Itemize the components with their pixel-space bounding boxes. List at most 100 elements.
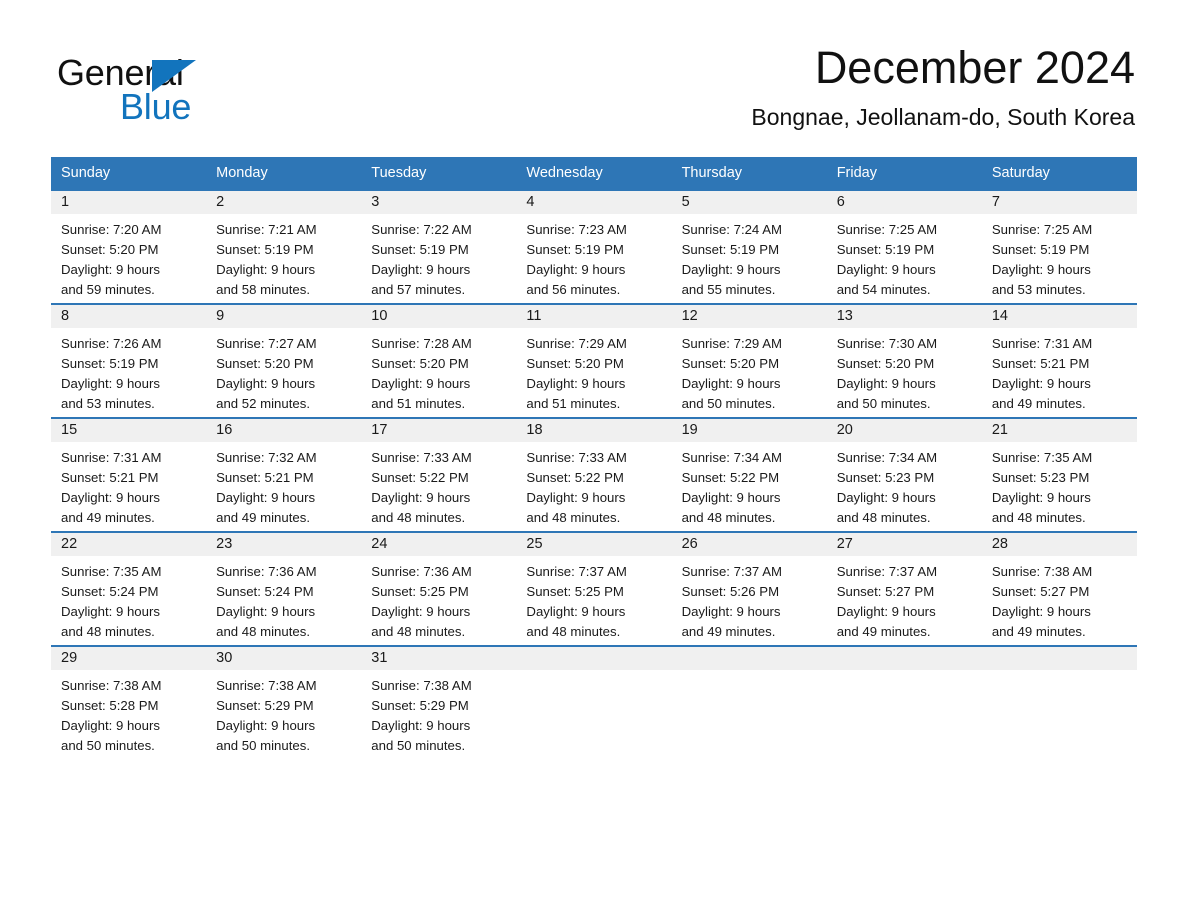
- sunset-text: Sunset: 5:19 PM: [371, 242, 469, 257]
- sunrise-text: Sunrise: 7:30 AM: [836, 336, 938, 351]
- sunset-text: Sunset: 5:20 PM: [526, 356, 624, 371]
- day-number: 4: [526, 194, 535, 210]
- sunrise-text: Sunrise: 7:26 AM: [61, 336, 162, 351]
- day-cell[interactable]: 29 Sunrise: 7:38 AM Sunset: 5:28 PM Dayl…: [51, 647, 206, 759]
- day-cell[interactable]: 28 Sunrise: 7:38 AM Sunset: 5:27 PM Dayl…: [982, 533, 1137, 645]
- day-cell[interactable]: 18 Sunrise: 7:33 AM Sunset: 5:22 PM Dayl…: [516, 419, 671, 531]
- day-cell[interactable]: 22 Sunrise: 7:35 AM Sunset: 5:24 PM Dayl…: [51, 533, 206, 645]
- day-number: 27: [836, 536, 853, 552]
- day-cell[interactable]: 30 Sunrise: 7:38 AM Sunset: 5:29 PM Dayl…: [206, 647, 361, 759]
- page-header: General Blue December 2024 Bongnae, Jeol…: [0, 40, 1188, 150]
- day-details: Sunrise: 7:35 AM Sunset: 5:24 PM Dayligh…: [51, 556, 206, 642]
- day-number: 6: [836, 194, 845, 210]
- day-cell[interactable]: 23 Sunrise: 7:36 AM Sunset: 5:24 PM Dayl…: [206, 533, 361, 645]
- day-cell[interactable]: 17 Sunrise: 7:33 AM Sunset: 5:22 PM Dayl…: [361, 419, 516, 531]
- calendar-page: General Blue December 2024 Bongnae, Jeol…: [0, 0, 1188, 918]
- sunrise-text: Sunrise: 7:32 AM: [216, 450, 317, 465]
- sunrise-text: Sunrise: 7:38 AM: [371, 678, 472, 693]
- day-details: Sunrise: 7:25 AM Sunset: 5:19 PM Dayligh…: [982, 214, 1137, 300]
- weekday-header-tuesday: Tuesday: [371, 165, 427, 181]
- day-details: Sunrise: 7:29 AM Sunset: 5:20 PM Dayligh…: [672, 328, 827, 414]
- sunset-text: Sunset: 5:20 PM: [836, 356, 935, 371]
- daylight-text-line2: and 49 minutes.: [991, 396, 1086, 411]
- weekday-header-thursday: Thursday: [681, 165, 743, 181]
- daylight-text-line1: Daylight: 9 hours: [526, 376, 626, 391]
- day-details: Sunrise: 7:23 AM Sunset: 5:19 PM Dayligh…: [516, 214, 671, 300]
- day-cell[interactable]: 15 Sunrise: 7:31 AM Sunset: 5:21 PM Dayl…: [51, 419, 206, 531]
- day-cell[interactable]: 21 Sunrise: 7:35 AM Sunset: 5:23 PM Dayl…: [982, 419, 1137, 531]
- day-cell[interactable]: 3 Sunrise: 7:22 AM Sunset: 5:19 PM Dayli…: [361, 191, 516, 303]
- day-cell[interactable]: 8 Sunrise: 7:26 AM Sunset: 5:19 PM Dayli…: [51, 305, 206, 417]
- daylight-text-line1: Daylight: 9 hours: [216, 376, 316, 391]
- week-row: 8 Sunrise: 7:26 AM Sunset: 5:19 PM Dayli…: [51, 303, 1137, 417]
- daylight-text-line2: and 53 minutes.: [991, 282, 1086, 297]
- daylight-text-line2: and 48 minutes.: [371, 510, 466, 525]
- sunrise-text: Sunrise: 7:25 AM: [991, 222, 1093, 237]
- sunset-text: Sunset: 5:26 PM: [681, 584, 780, 599]
- day-details: Sunrise: 7:21 AM Sunset: 5:19 PM Dayligh…: [206, 214, 361, 300]
- day-number: 15: [61, 422, 78, 438]
- daylight-text-line1: Daylight: 9 hours: [681, 376, 781, 391]
- day-cell[interactable]: 2 Sunrise: 7:21 AM Sunset: 5:19 PM Dayli…: [206, 191, 361, 303]
- generalblue-logo[interactable]: General Blue: [57, 54, 317, 144]
- sunrise-text: Sunrise: 7:35 AM: [991, 450, 1093, 465]
- day-cell[interactable]: 9 Sunrise: 7:27 AM Sunset: 5:20 PM Dayli…: [206, 305, 361, 417]
- daylight-text-line1: Daylight: 9 hours: [526, 604, 626, 619]
- day-cell[interactable]: 26 Sunrise: 7:37 AM Sunset: 5:26 PM Dayl…: [672, 533, 827, 645]
- day-number: 2: [216, 194, 225, 210]
- day-details: Sunrise: 7:20 AM Sunset: 5:20 PM Dayligh…: [51, 214, 206, 300]
- sunrise-text: Sunrise: 7:23 AM: [526, 222, 627, 237]
- sunset-text: Sunset: 5:24 PM: [216, 584, 314, 599]
- daylight-text-line2: and 53 minutes.: [61, 396, 155, 411]
- day-details: Sunrise: 7:29 AM Sunset: 5:20 PM Dayligh…: [516, 328, 671, 414]
- sunrise-text: Sunrise: 7:20 AM: [61, 222, 162, 237]
- daylight-text-line2: and 50 minutes.: [371, 738, 466, 753]
- day-number: 7: [991, 194, 1000, 210]
- sunrise-text: Sunrise: 7:37 AM: [681, 564, 782, 579]
- day-cell[interactable]: 10 Sunrise: 7:28 AM Sunset: 5:20 PM Dayl…: [361, 305, 516, 417]
- daylight-text-line2: and 50 minutes.: [216, 738, 310, 753]
- daylight-text-line1: Daylight: 9 hours: [216, 718, 316, 733]
- day-details: Sunrise: 7:24 AM Sunset: 5:19 PM Dayligh…: [672, 214, 827, 300]
- day-cell[interactable]: 14 Sunrise: 7:31 AM Sunset: 5:21 PM Dayl…: [982, 305, 1137, 417]
- day-cell[interactable]: 1 Sunrise: 7:20 AM Sunset: 5:20 PM Dayli…: [51, 191, 206, 303]
- daylight-text-line1: Daylight: 9 hours: [61, 604, 160, 619]
- day-cell[interactable]: 5 Sunrise: 7:24 AM Sunset: 5:19 PM Dayli…: [672, 191, 827, 303]
- day-cell[interactable]: 27 Sunrise: 7:37 AM Sunset: 5:27 PM Dayl…: [827, 533, 982, 645]
- day-cell[interactable]: 11 Sunrise: 7:29 AM Sunset: 5:20 PM Dayl…: [516, 305, 671, 417]
- sunrise-text: Sunrise: 7:38 AM: [991, 564, 1093, 579]
- daylight-text-line1: Daylight: 9 hours: [681, 262, 781, 277]
- day-number: 10: [371, 308, 388, 324]
- daylight-text-line2: and 48 minutes.: [371, 624, 466, 639]
- day-cell[interactable]: 25 Sunrise: 7:37 AM Sunset: 5:25 PM Dayl…: [516, 533, 671, 645]
- sunset-text: Sunset: 5:20 PM: [681, 356, 780, 371]
- daylight-text-line2: and 48 minutes.: [681, 510, 776, 525]
- sunrise-text: Sunrise: 7:31 AM: [991, 336, 1093, 351]
- day-cell[interactable]: 20 Sunrise: 7:34 AM Sunset: 5:23 PM Dayl…: [827, 419, 982, 531]
- day-cell[interactable]: 7 Sunrise: 7:25 AM Sunset: 5:19 PM Dayli…: [982, 191, 1137, 303]
- day-cell[interactable]: 12 Sunrise: 7:29 AM Sunset: 5:20 PM Dayl…: [672, 305, 827, 417]
- day-cell[interactable]: 24 Sunrise: 7:36 AM Sunset: 5:25 PM Dayl…: [361, 533, 516, 645]
- day-cell[interactable]: 13 Sunrise: 7:30 AM Sunset: 5:20 PM Dayl…: [827, 305, 982, 417]
- day-number: 25: [526, 536, 543, 552]
- day-details: Sunrise: 7:35 AM Sunset: 5:23 PM Dayligh…: [982, 442, 1137, 528]
- day-cell[interactable]: 16 Sunrise: 7:32 AM Sunset: 5:21 PM Dayl…: [206, 419, 361, 531]
- daylight-text-line2: and 48 minutes.: [61, 624, 155, 639]
- sunrise-text: Sunrise: 7:28 AM: [371, 336, 472, 351]
- daylight-text-line1: Daylight: 9 hours: [61, 718, 160, 733]
- day-number: 9: [216, 308, 225, 324]
- day-cell[interactable]: 31 Sunrise: 7:38 AM Sunset: 5:29 PM Dayl…: [361, 647, 516, 759]
- day-cell[interactable]: 19 Sunrise: 7:34 AM Sunset: 5:22 PM Dayl…: [672, 419, 827, 531]
- day-cell[interactable]: 6 Sunrise: 7:25 AM Sunset: 5:19 PM Dayli…: [827, 191, 982, 303]
- weekday-header-wednesday: Wednesday: [526, 165, 603, 181]
- sunrise-text: Sunrise: 7:27 AM: [216, 336, 317, 351]
- sunrise-text: Sunrise: 7:29 AM: [526, 336, 627, 351]
- logo-text-blue: Blue: [120, 86, 192, 127]
- sunrise-text: Sunrise: 7:36 AM: [216, 564, 317, 579]
- daylight-text-line2: and 51 minutes.: [526, 396, 621, 411]
- day-number: 20: [836, 422, 853, 438]
- day-cell[interactable]: 4 Sunrise: 7:23 AM Sunset: 5:19 PM Dayli…: [516, 191, 671, 303]
- sunrise-text: Sunrise: 7:37 AM: [526, 564, 627, 579]
- day-number: 12: [681, 308, 698, 324]
- sunset-text: Sunset: 5:19 PM: [681, 242, 780, 257]
